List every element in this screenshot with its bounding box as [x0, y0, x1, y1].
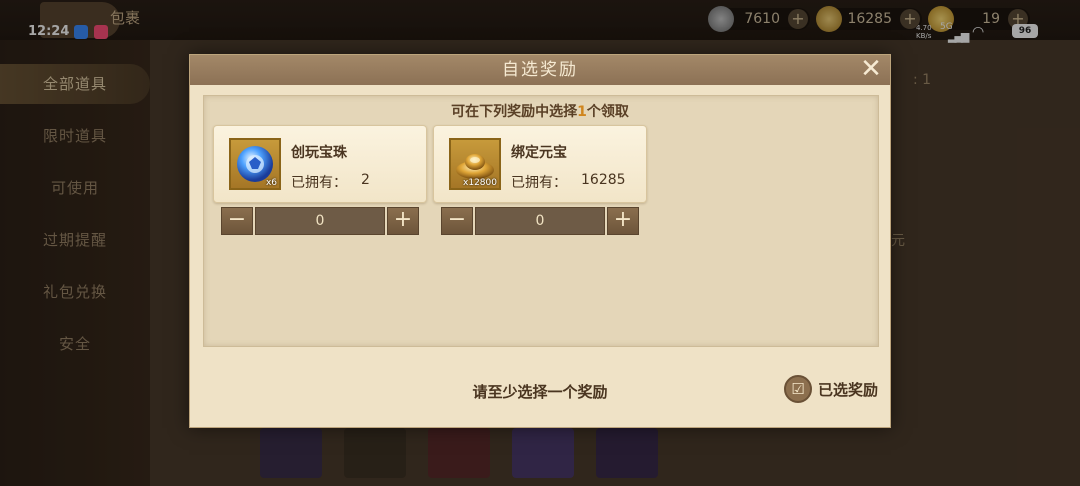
instruction-count: 1 — [577, 104, 587, 120]
reward-card[interactable]: x12800 绑定元宝 已拥有： 16285 — [433, 125, 647, 203]
checkbox-icon: ☑ — [784, 375, 812, 403]
owned-value: 16285 — [581, 172, 626, 188]
quantity-field[interactable]: 0 — [255, 207, 385, 235]
decrement-button[interactable]: − — [441, 207, 473, 235]
owned-value: 2 — [361, 172, 370, 188]
reward-card[interactable]: x6 创玩宝珠 已拥有： 2 — [213, 125, 427, 203]
reward-name: 绑定元宝 — [511, 145, 567, 161]
increment-button[interactable]: + — [607, 207, 639, 235]
reward-quantity-badge: x12800 — [463, 178, 497, 188]
reward-item-frame[interactable]: x12800 — [449, 138, 501, 190]
reward-select-dialog: 自选奖励 ✕ 可在下列奖励中选择1个领取 x6 创玩宝珠 已拥有： 2 − 0 … — [189, 54, 891, 428]
dialog-title: 自选奖励 — [502, 60, 578, 80]
reward-quantity-badge: x6 — [265, 178, 277, 188]
reward-name: 创玩宝珠 — [291, 145, 347, 161]
quantity-field[interactable]: 0 — [475, 207, 605, 235]
instruction-prefix: 可在下列奖励中选择 — [451, 104, 578, 120]
increment-button[interactable]: + — [387, 207, 419, 235]
decrement-button[interactable]: − — [221, 207, 253, 235]
instruction-suffix: 个领取 — [586, 104, 629, 120]
owned-label: 已拥有： — [291, 175, 347, 191]
selected-rewards-label: 已选奖励 — [818, 381, 879, 399]
close-icon[interactable]: ✕ — [858, 56, 884, 83]
owned-label: 已拥有： — [511, 175, 567, 191]
instruction-text: 可在下列奖励中选择1个领取 — [190, 101, 890, 121]
reward-item-frame[interactable]: x6 — [229, 138, 281, 190]
